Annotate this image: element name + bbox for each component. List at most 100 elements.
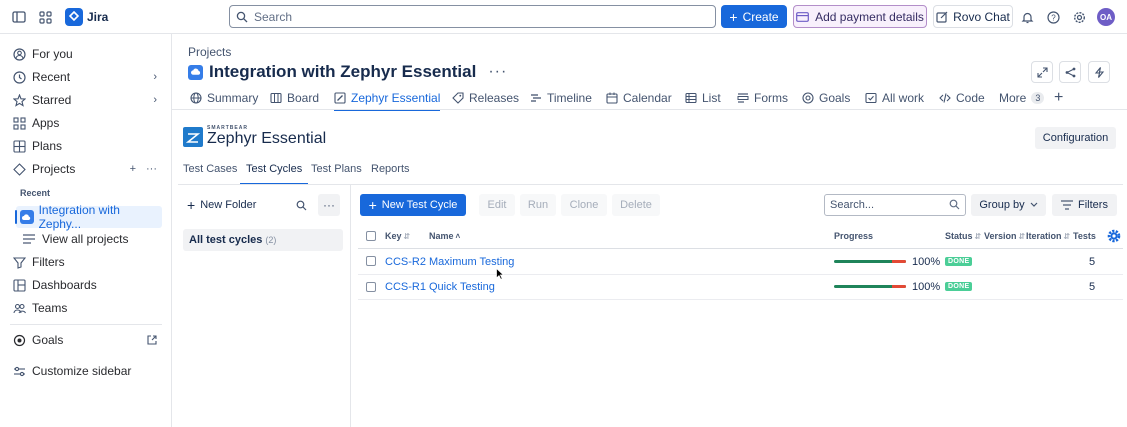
sidebar-item-goals[interactable]: Goals — [0, 329, 171, 351]
folder-more-icon[interactable]: ··· — [318, 194, 340, 216]
external-link-icon[interactable] — [147, 335, 157, 345]
zephyr-logo-icon — [183, 126, 203, 147]
tab-releases[interactable]: Releases — [452, 86, 519, 110]
all-test-cycles-folder[interactable]: All test cycles (2) — [183, 229, 343, 251]
sidebar-item-apps[interactable]: Apps — [0, 112, 171, 134]
more-actions-icon[interactable]: ··· — [488, 63, 507, 81]
tests-count: 5 — [1089, 281, 1096, 293]
expand-icon[interactable] — [1031, 61, 1053, 83]
subtab-test-cycles[interactable]: Test Cycles — [239, 163, 309, 185]
cycle-name-link[interactable]: Quick Testing — [429, 281, 495, 293]
timeline-icon — [531, 94, 541, 102]
configuration-button[interactable]: Configuration — [1035, 127, 1116, 149]
column-header-iteration[interactable]: Iteration ⇵ — [1026, 231, 1070, 241]
clone-button[interactable]: Clone — [561, 194, 607, 216]
sidebar-item-teams[interactable]: Teams — [0, 297, 171, 319]
apps-grid-icon — [12, 116, 26, 130]
tab-board[interactable]: Board — [270, 86, 319, 110]
plus-icon: + — [729, 8, 738, 25]
notifications-bell-icon[interactable] — [1016, 6, 1038, 28]
column-label: Tests — [1073, 231, 1096, 241]
tab-summary[interactable]: Summary — [190, 86, 258, 110]
sidebar-item-customize[interactable]: Customize sidebar — [0, 360, 171, 382]
help-icon[interactable]: ? — [1042, 6, 1064, 28]
tab-forms[interactable]: Forms — [737, 86, 788, 110]
sort-up-icon: ˄ — [455, 231, 461, 241]
app-name[interactable]: Jira — [87, 10, 108, 24]
row-checkbox[interactable] — [366, 282, 376, 292]
select-all-checkbox[interactable] — [366, 231, 376, 241]
automation-lightning-icon[interactable] — [1088, 61, 1110, 83]
new-folder-button[interactable]: + New Folder — [183, 194, 265, 216]
sidebar-item-recent[interactable]: Recent › — [0, 66, 171, 88]
sidebar-item-starred[interactable]: Starred › — [0, 89, 171, 111]
column-label: Key — [385, 231, 402, 241]
rovo-chat-button[interactable]: Rovo Chat — [933, 5, 1013, 28]
tab-goals[interactable]: Goals — [802, 86, 850, 110]
sidebar-item-label: Filters — [32, 255, 65, 269]
sidebar-item-plans[interactable]: Plans — [0, 135, 171, 157]
cycle-name-link[interactable]: Maximum Testing — [429, 256, 514, 268]
tab-more[interactable]: More 3 — [999, 86, 1045, 110]
column-header-progress[interactable]: Progress — [834, 231, 873, 241]
subtab-test-cases[interactable]: Test Cases — [183, 163, 237, 183]
filters-button[interactable]: Filters — [1052, 194, 1117, 216]
add-project-icon[interactable]: + — [130, 163, 136, 175]
chevron-right-icon[interactable]: › — [153, 71, 157, 83]
column-header-status[interactable]: Status ⇵ — [945, 231, 981, 241]
tab-zephyr-essential[interactable]: Zephyr Essential — [334, 86, 441, 111]
cycle-key-link[interactable]: CCS-R2 — [385, 256, 426, 268]
global-search-input[interactable]: Search — [229, 5, 716, 28]
folder-search-icon[interactable] — [290, 194, 312, 216]
new-test-cycle-button[interactable]: + New Test Cycle — [360, 194, 466, 216]
jira-logo-icon[interactable] — [65, 8, 83, 26]
cycle-search-input[interactable]: Search... — [824, 194, 966, 216]
more-options-icon[interactable]: ··· — [146, 163, 157, 175]
plus-icon: + — [368, 197, 377, 213]
column-header-key[interactable]: Key ⇵ — [385, 231, 410, 241]
tab-calendar[interactable]: Calendar — [606, 86, 672, 110]
share-icon[interactable] — [1059, 61, 1081, 83]
sidebar-item-view-all-projects[interactable]: View all projects — [0, 228, 171, 250]
add-payment-details-button[interactable]: Add payment details — [793, 5, 927, 28]
sidebar-item-filters[interactable]: Filters — [0, 251, 171, 273]
sidebar-toggle-icon[interactable] — [8, 6, 30, 28]
board-icon — [270, 92, 282, 104]
all-cycles-count: (2) — [265, 235, 277, 245]
credit-card-icon — [796, 11, 810, 22]
run-button[interactable]: Run — [520, 194, 556, 216]
cycle-key-link[interactable]: CCS-R1 — [385, 281, 426, 293]
progress-fail-segment — [891, 260, 906, 263]
breadcrumb-projects[interactable]: Projects — [188, 45, 231, 59]
tab-label: More — [999, 91, 1027, 105]
subtab-test-plans[interactable]: Test Plans — [311, 163, 362, 183]
sidebar-item-dashboards[interactable]: Dashboards — [0, 274, 171, 296]
tab-all-work[interactable]: All work — [865, 86, 924, 110]
subtab-reports[interactable]: Reports — [371, 163, 410, 183]
tab-code[interactable]: Code — [939, 86, 985, 110]
add-tab-plus-icon[interactable]: + — [1054, 86, 1063, 110]
chevron-right-icon[interactable]: › — [153, 94, 157, 106]
sidebar-item-label: Recent — [32, 70, 71, 84]
row-checkbox[interactable] — [366, 256, 376, 266]
settings-gear-icon[interactable] — [1068, 6, 1090, 28]
delete-button[interactable]: Delete — [612, 194, 660, 216]
edit-button[interactable]: Edit — [479, 194, 515, 216]
sidebar-item-projects[interactable]: Projects + ··· — [0, 158, 171, 180]
plus-icon: + — [187, 197, 196, 213]
tab-list[interactable]: List — [685, 86, 721, 110]
column-header-tests[interactable]: Tests — [1073, 231, 1096, 241]
sidebar-item-for-you[interactable]: For you — [0, 43, 171, 65]
app-switcher-icon[interactable] — [34, 6, 56, 28]
group-by-dropdown[interactable]: Group by — [971, 194, 1046, 216]
column-header-name[interactable]: Name ˄ — [429, 231, 460, 241]
column-header-version[interactable]: Version ⇵ — [984, 231, 1025, 241]
sidebar-item-current-project[interactable]: Integration with Zephy... — [15, 203, 162, 231]
create-button[interactable]: + Create — [721, 5, 787, 28]
goals-icon — [802, 92, 814, 104]
tab-timeline[interactable]: Timeline — [530, 86, 592, 110]
sort-icon: ⇵ — [1063, 231, 1071, 241]
new-folder-label: New Folder — [200, 199, 257, 211]
column-settings-gear-icon[interactable] — [1107, 229, 1121, 243]
user-avatar[interactable]: OA — [1097, 8, 1115, 26]
